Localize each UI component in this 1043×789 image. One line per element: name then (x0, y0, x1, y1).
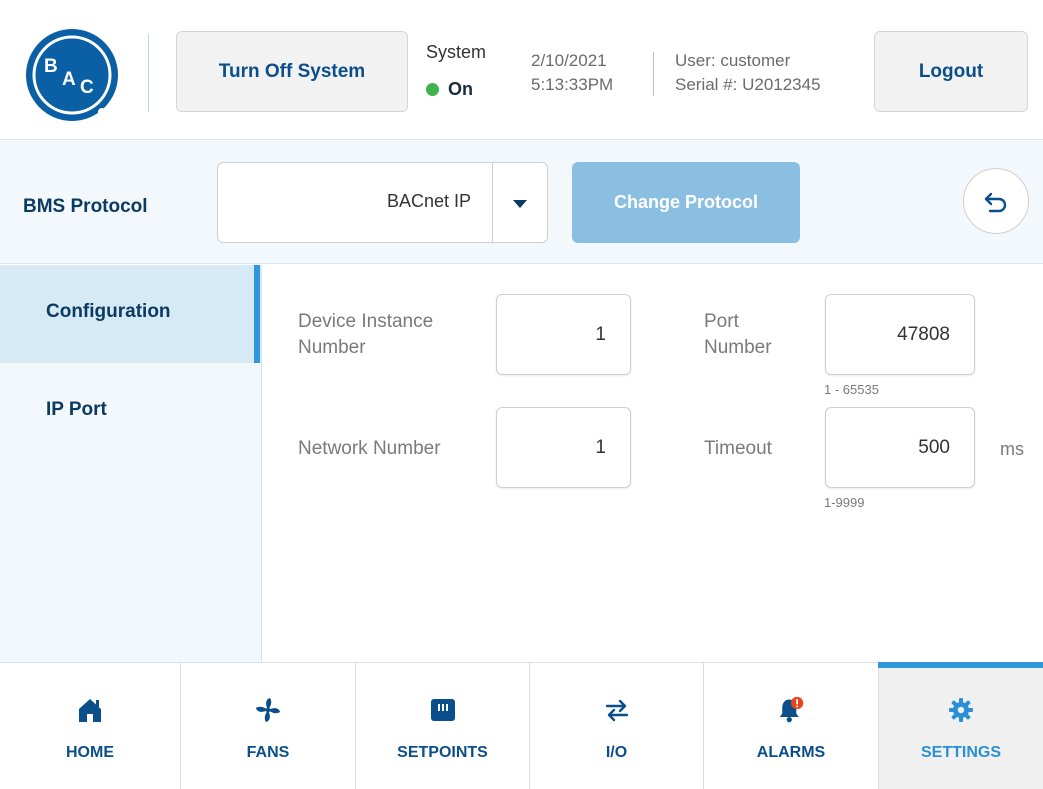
device-instance-value: 1 (595, 324, 606, 345)
protocol-select[interactable]: BACnet IP (217, 162, 548, 243)
sidebar-active-indicator (254, 265, 260, 363)
change-protocol-button[interactable]: Change Protocol (572, 162, 800, 243)
nav-fans[interactable]: FANS (181, 663, 355, 789)
sidebar-item-ip-port[interactable]: IP Port (0, 363, 262, 461)
configuration-panel: Device Instance Number 1 Network Number … (262, 265, 1043, 662)
status-dot-icon (426, 83, 439, 96)
undo-arrow-icon (984, 192, 1007, 213)
nav-setpoints[interactable]: SETPOINTS (356, 663, 529, 789)
logout-button[interactable]: Logout (874, 31, 1028, 112)
protocol-selected-value: BACnet IP (386, 191, 471, 211)
nav-home[interactable]: HOME (0, 663, 180, 789)
nav-label: I/O (605, 744, 628, 761)
io-arrows-icon (603, 696, 631, 724)
setpoints-icon (429, 696, 457, 724)
sidebar-item-label: IP Port (46, 399, 107, 420)
port-number-hint: 1 - 65535 (824, 382, 879, 397)
nav-alarms[interactable]: ALARMS (704, 663, 878, 789)
nav-active-indicator (878, 662, 1043, 668)
network-number-value: 1 (595, 437, 606, 458)
port-number-value: 47808 (897, 324, 950, 345)
turn-off-system-button[interactable]: Turn Off System (176, 31, 408, 112)
nav-label: HOME (66, 744, 114, 761)
back-button[interactable] (963, 168, 1029, 234)
caret-down-icon[interactable] (513, 200, 527, 208)
gear-icon (947, 696, 975, 724)
date-text: 2/10/2021 (531, 51, 607, 70)
timeout-input[interactable]: 500 (825, 407, 975, 488)
nav-settings[interactable]: SETTINGS (879, 663, 1043, 789)
network-number-input[interactable]: 1 (496, 407, 631, 488)
user-info: User: customer Serial #: U2012345 (675, 49, 821, 97)
time-text: 5:13:33PM (531, 75, 614, 94)
home-icon (76, 696, 104, 724)
nav-label: ALARMS (756, 744, 826, 761)
datetime: 2/10/2021 5:13:33PM (531, 49, 613, 97)
port-number-input[interactable]: 47808 (825, 294, 975, 375)
timeout-value: 500 (918, 437, 950, 458)
port-number-label: Port Number (704, 311, 772, 358)
select-divider (492, 163, 493, 242)
bottom-nav: HOME FANS SETPOINTS I/O ALARMS SETTINGS (0, 662, 1043, 789)
device-instance-label: Device Instance Number (298, 311, 434, 358)
network-number-label: Network Number (298, 438, 441, 459)
serial-text: Serial #: U2012345 (675, 75, 821, 94)
nav-io[interactable]: I/O (530, 663, 703, 789)
svg-text:A: A (62, 69, 76, 90)
header-divider (653, 52, 654, 96)
user-text: User: customer (675, 51, 791, 70)
system-label: System (426, 42, 487, 62)
svg-text:C: C (80, 77, 94, 98)
sidebar-item-configuration[interactable]: Configuration (0, 265, 262, 363)
fan-icon (254, 696, 282, 724)
system-status-text: On (448, 79, 473, 99)
system-status: On (426, 79, 473, 100)
logo-divider (148, 34, 149, 112)
bell-alert-icon (777, 696, 805, 724)
nav-label: FANS (246, 744, 290, 761)
sidebar-item-label: Configuration (46, 301, 171, 322)
bms-protocol-label: BMS Protocol (23, 196, 148, 217)
header: B A C Turn Off System System On 2/10/202… (0, 0, 1043, 140)
device-instance-input[interactable]: 1 (496, 294, 631, 375)
nav-label: SETPOINTS (397, 744, 488, 761)
timeout-unit: ms (1000, 439, 1024, 459)
side-menu: Configuration IP Port (0, 265, 262, 662)
timeout-hint: 1-9999 (824, 495, 865, 510)
bac-logo: B A C (26, 29, 118, 121)
protocol-bar: BMS Protocol BACnet IP Change Protocol (0, 141, 1043, 264)
timeout-label: Timeout (704, 438, 772, 459)
nav-label: SETTINGS (920, 744, 1001, 761)
svg-text:B: B (44, 56, 58, 77)
